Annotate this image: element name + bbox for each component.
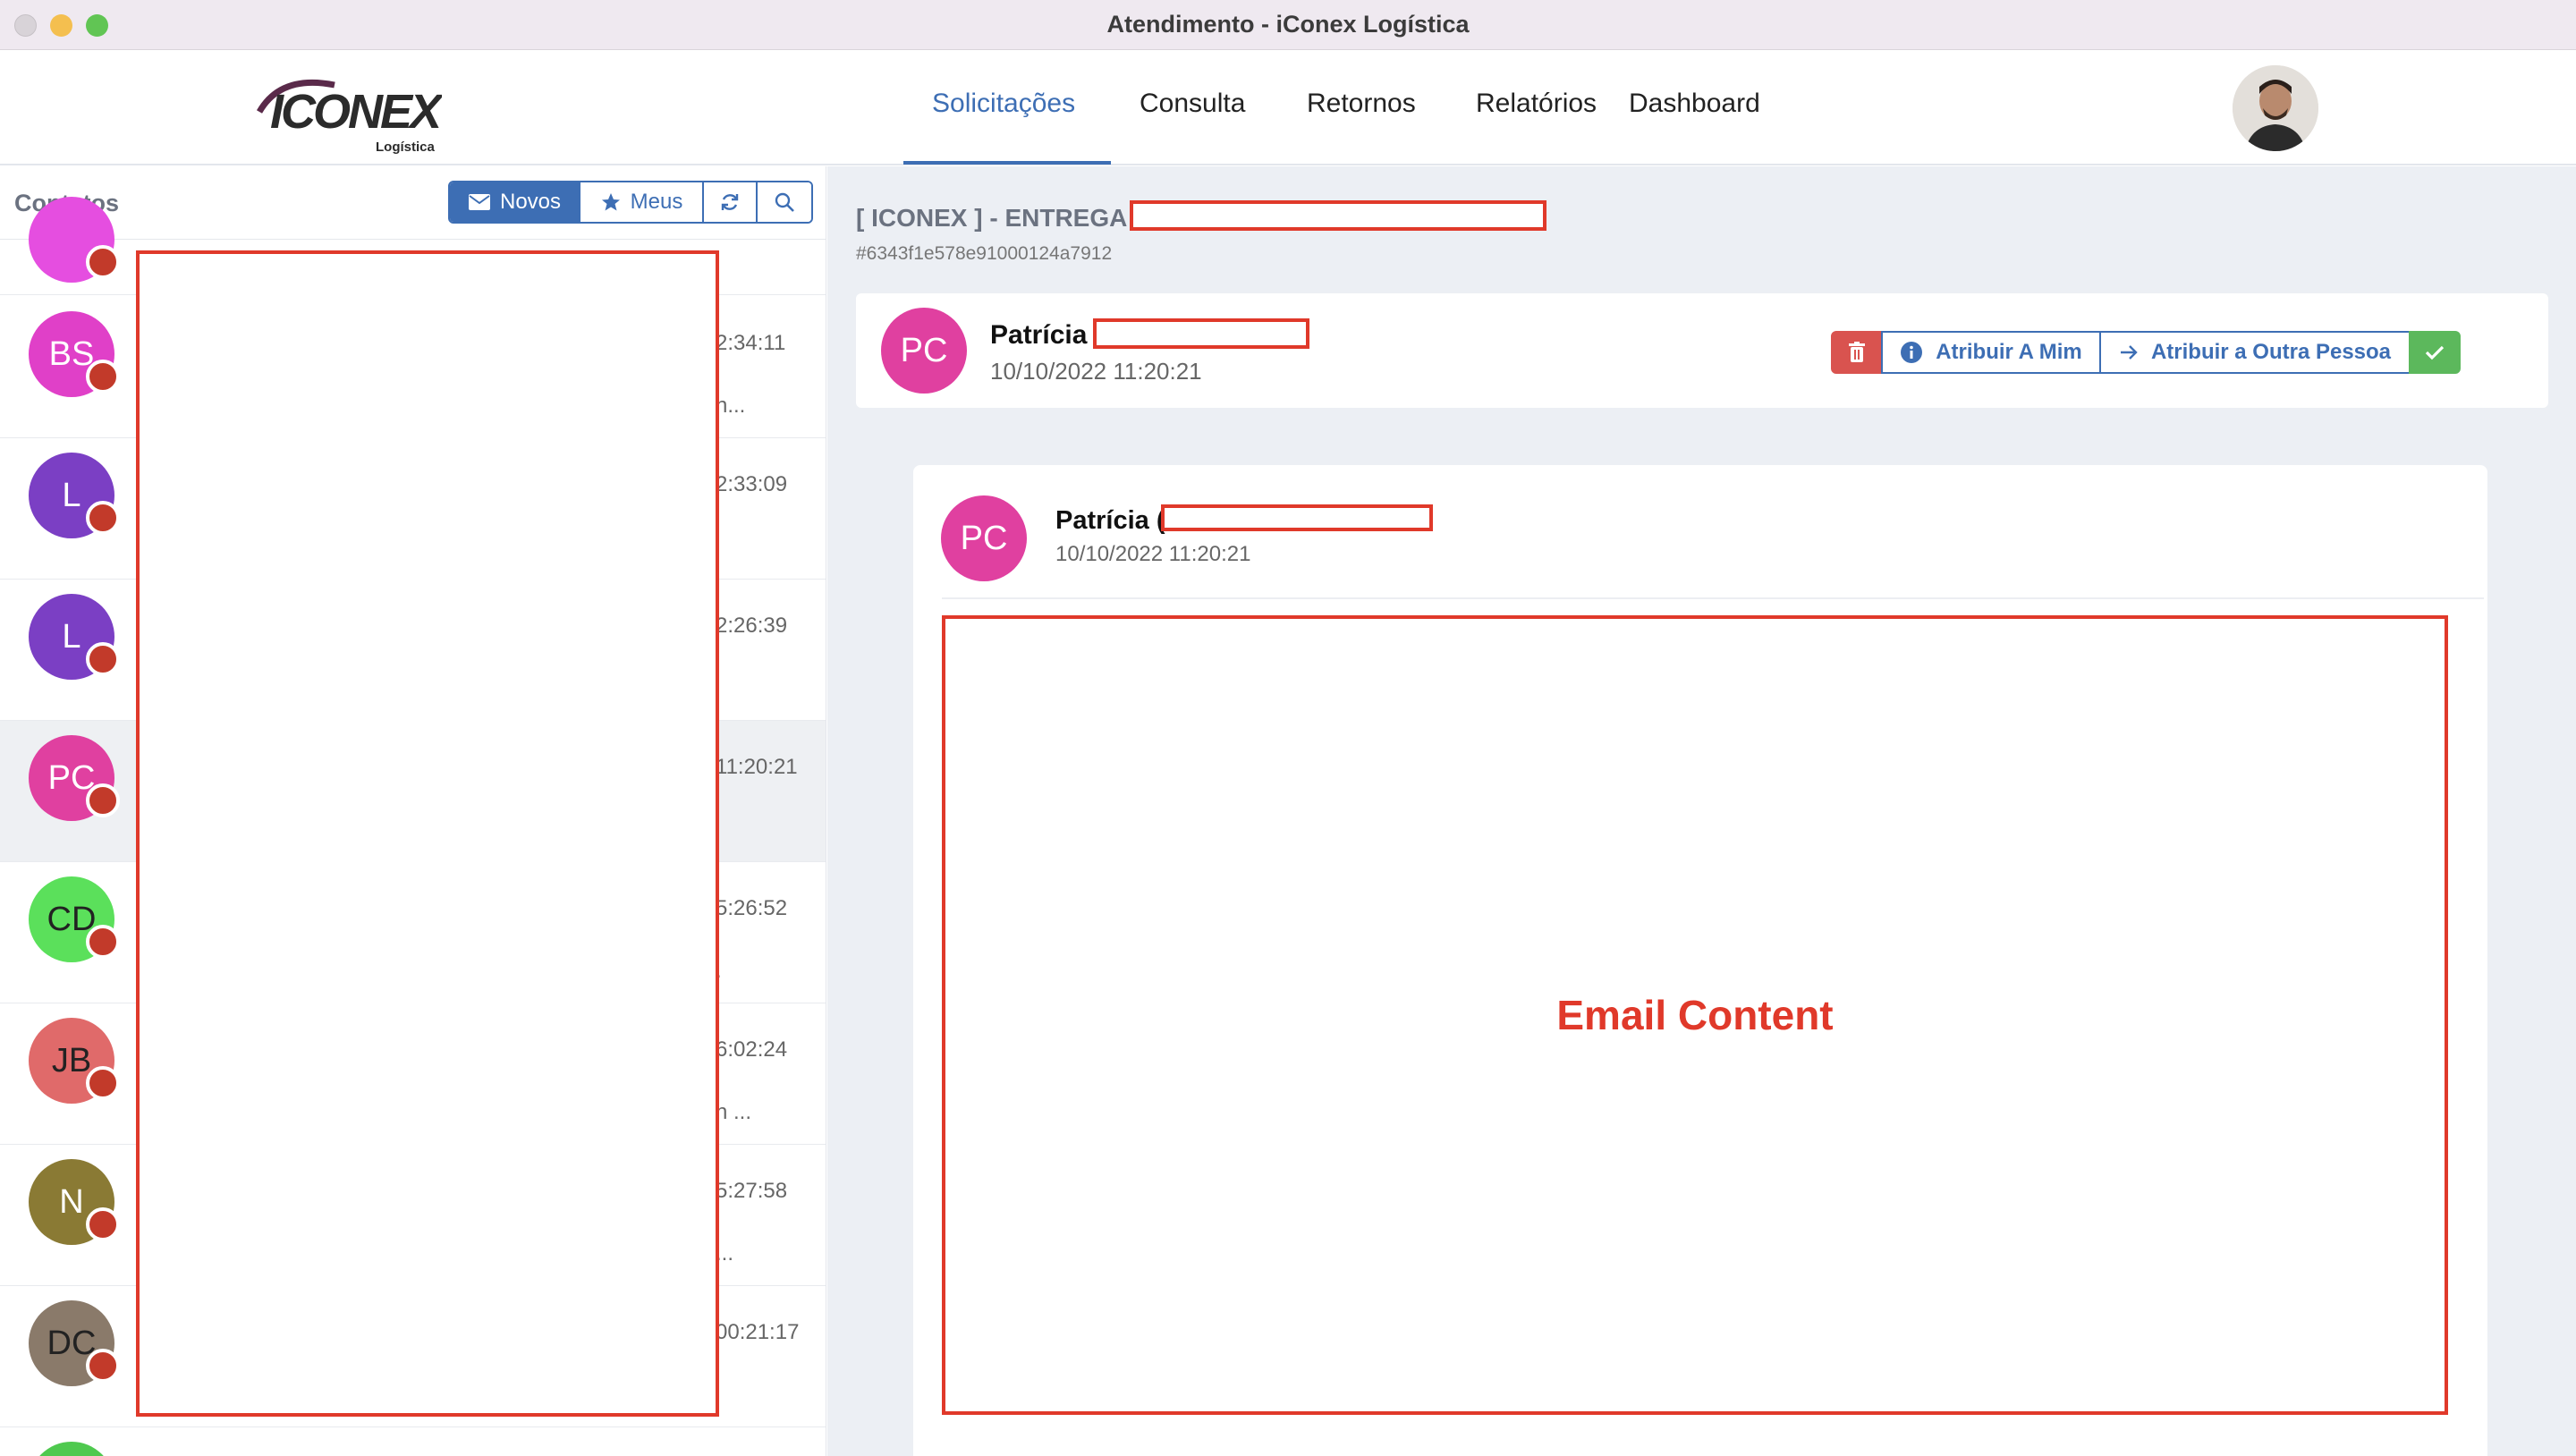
envelope-icon: [468, 194, 490, 210]
window-title: Atendimento - iConex Logística: [1106, 11, 1470, 38]
logo-text: ICONEX: [270, 85, 442, 139]
contact-time: 2:34:11: [716, 331, 786, 355]
window-titlebar: Atendimento - iConex Logística: [0, 0, 2576, 50]
message-id: #6343f1e578e91000124a7912: [856, 243, 1113, 264]
nav-consulta[interactable]: Consulta: [1140, 89, 1245, 119]
status-dot: [86, 245, 120, 279]
filter-button-group: Novos Meus: [448, 181, 813, 224]
status-dot: [86, 925, 120, 959]
check-icon: [2425, 345, 2445, 360]
redacted-contact-names: [136, 250, 719, 1417]
redacted-sender-surname: [1093, 318, 1309, 349]
list-item[interactable]: [0, 1427, 826, 1456]
trash-icon: [1849, 342, 1865, 362]
sender-date: 10/10/2022 11:20:21: [990, 358, 1202, 385]
message-panel: [ ICONEX ] - ENTREGA #6343f1e578e9100012…: [827, 166, 2576, 1456]
nav-active-indicator: [903, 161, 1111, 165]
filter-new-button[interactable]: Novos: [450, 182, 580, 222]
iconex-logo[interactable]: ICONEX Logística: [254, 65, 447, 155]
assign-to-me-button[interactable]: Atribuir A Mim: [1881, 331, 2101, 374]
message-date: 10/10/2022 11:20:21: [1055, 542, 1251, 566]
contact-avatar: [29, 1442, 114, 1456]
nav-solicitacoes[interactable]: Solicitações: [932, 89, 1075, 119]
message-subject: [ ICONEX ] - ENTREGA: [856, 204, 1128, 232]
email-content: Email Content: [942, 615, 2448, 1415]
user-avatar[interactable]: [2233, 65, 2318, 151]
delete-button[interactable]: [1831, 331, 1883, 374]
nav-relatorios[interactable]: Relatórios: [1476, 89, 1597, 119]
assign-to-me-label: Atribuir A Mim: [1936, 340, 2082, 364]
divider: [942, 597, 2484, 599]
email-content-label: Email Content: [1556, 992, 1834, 1038]
contact-time: 00:21:17: [716, 1320, 800, 1344]
status-dot: [86, 1349, 120, 1383]
status-dot: [86, 360, 120, 394]
arrow-right-icon: [2120, 345, 2138, 360]
refresh-button[interactable]: [704, 182, 758, 222]
status-dot: [86, 1207, 120, 1241]
contact-snippet: n ...: [716, 1100, 752, 1124]
contact-time: 2:26:39: [716, 614, 788, 638]
contact-snippet: n...: [716, 394, 746, 418]
star-icon: [601, 193, 620, 211]
refresh-icon: [721, 194, 739, 210]
redacted-message-sender: [1161, 504, 1433, 531]
logo-subtext: Logística: [376, 140, 436, 155]
filter-mine-label: Meus: [630, 190, 683, 214]
status-dot: [86, 1066, 120, 1100]
contact-time: 11:20:21: [716, 755, 798, 779]
contact-time: 5:26:52: [716, 896, 788, 920]
assign-to-other-button[interactable]: Atribuir a Outra Pessoa: [2099, 331, 2411, 374]
search-icon: [775, 192, 794, 212]
assign-to-other-label: Atribuir a Outra Pessoa: [2150, 340, 2392, 364]
sidebar-header: Contatos Novos Meus: [0, 166, 826, 240]
nav-dashboard[interactable]: Dashboard: [1629, 89, 1760, 119]
status-dot: [86, 783, 120, 817]
message-sender-avatar: PC: [941, 495, 1027, 581]
message-sender-name: Patrícia (: [1055, 506, 1165, 535]
redacted-subject: [1130, 200, 1546, 231]
contact-time: 6:02:24: [716, 1037, 788, 1062]
app-header: ICONEX Logística Solicitações Consulta R…: [0, 51, 2576, 165]
status-dot: [86, 642, 120, 676]
status-dot: [86, 501, 120, 535]
filter-new-label: Novos: [499, 190, 562, 214]
contacts-sidebar: Contatos Novos Meus BS 2:34:11 n...: [0, 166, 826, 1456]
sender-avatar: PC: [881, 308, 967, 394]
sender-name: Patrícia: [990, 320, 1088, 350]
search-button[interactable]: [758, 182, 811, 222]
email-message-card: PC Patrícia ( 10/10/2022 11:20:21 Email …: [913, 465, 2487, 1456]
contact-time: 5:27:58: [716, 1179, 788, 1203]
contact-time: 2:33:09: [716, 472, 788, 496]
filter-mine-button[interactable]: Meus: [580, 182, 704, 222]
nav-retornos[interactable]: Retornos: [1307, 89, 1416, 119]
confirm-button[interactable]: [2409, 331, 2461, 374]
request-header-card: PC Patrícia 10/10/2022 11:20:21 Atribuir…: [856, 293, 2548, 408]
action-button-group: Atribuir A Mim Atribuir a Outra Pessoa: [1831, 331, 2461, 374]
info-icon: [1901, 342, 1923, 363]
